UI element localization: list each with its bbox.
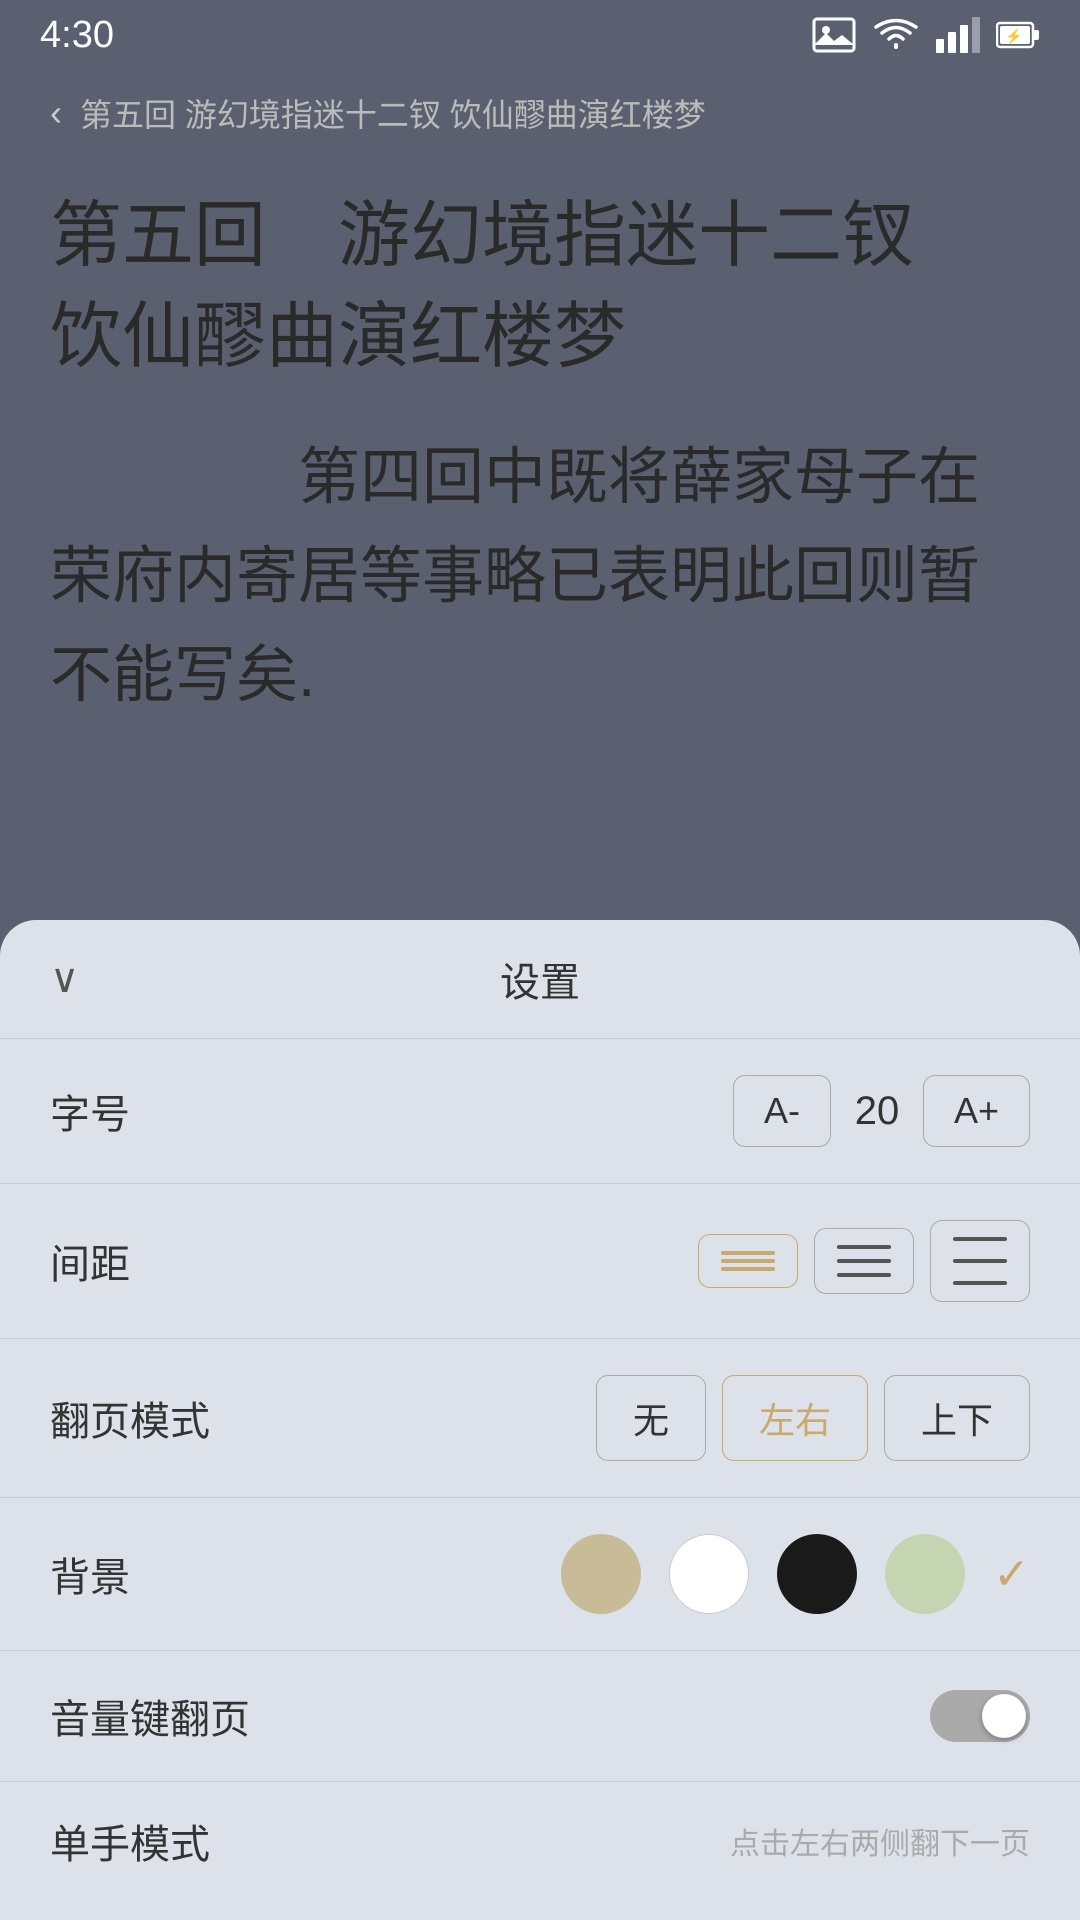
spacing-medium-button[interactable]: [814, 1228, 914, 1294]
top-nav: ‹ 第五回 游幻境指迷十二钗 饮仙醪曲演红楼梦: [50, 90, 1030, 136]
font-increase-button[interactable]: A+: [923, 1075, 1030, 1147]
svg-text:⚡: ⚡: [1005, 28, 1022, 45]
mode-none-button[interactable]: 无: [596, 1375, 706, 1461]
single-hand-label: 单手模式: [50, 1812, 210, 1870]
mode-lr-button[interactable]: 左右: [722, 1375, 868, 1461]
bg-white-button[interactable]: [669, 1534, 749, 1614]
signal-icon: [936, 17, 980, 53]
page-mode-label: 翻页模式: [50, 1389, 210, 1447]
volume-key-row: 音量键翻页: [0, 1651, 1080, 1782]
background-label: 背景: [50, 1545, 130, 1603]
chapter-content: 第四回中既将薛家母子在荣府内寄居等事略已表明此回则暂不能写矣.: [50, 428, 1030, 726]
font-size-value: 20: [847, 1089, 907, 1134]
background-active-check: ✓: [993, 1549, 1030, 1600]
spacing-wide-button[interactable]: [930, 1220, 1030, 1302]
mode-ud-button[interactable]: 上下: [884, 1375, 1030, 1461]
single-hand-row: 单手模式 点击左右两侧翻下一页: [0, 1782, 1080, 1880]
wifi-icon: [872, 17, 920, 53]
spacing-controls: [698, 1220, 1030, 1302]
chapter-nav-title: 第五回 游幻境指迷十二钗 饮仙醪曲演红楼梦: [80, 90, 706, 136]
background-row: 背景 ✓: [0, 1498, 1080, 1651]
single-hand-hint: 点击左右两侧翻下一页: [730, 1819, 1030, 1863]
battery-icon: ⚡: [996, 17, 1040, 53]
volume-key-label: 音量键翻页: [50, 1687, 250, 1745]
volume-key-toggle[interactable]: [930, 1690, 1030, 1742]
settings-header: ∨ 设置: [0, 920, 1080, 1039]
bg-black-button[interactable]: [777, 1534, 857, 1614]
spacing-label: 间距: [50, 1232, 130, 1290]
bg-beige-button[interactable]: [561, 1534, 641, 1614]
status-icons: ⚡: [812, 17, 1040, 53]
settings-panel: ∨ 设置 字号 A- 20 A+ 间距: [0, 920, 1080, 1920]
status-bar: 4:30 ⚡: [0, 0, 1080, 70]
chapter-title: 第五回 游幻境指迷十二钗 饮仙醪曲演红楼梦: [50, 186, 1030, 388]
collapse-button[interactable]: ∨: [50, 956, 79, 1002]
background-controls: ✓: [561, 1534, 1030, 1614]
font-decrease-button[interactable]: A-: [733, 1075, 831, 1147]
page-mode-row: 翻页模式 无 左右 上下: [0, 1339, 1080, 1498]
back-button[interactable]: ‹: [50, 92, 62, 134]
page-mode-controls: 无 左右 上下: [596, 1375, 1030, 1461]
toggle-knob: [982, 1694, 1026, 1738]
spacing-row: 间距: [0, 1184, 1080, 1339]
reading-area: ‹ 第五回 游幻境指迷十二钗 饮仙醪曲演红楼梦 第五回 游幻境指迷十二钗 饮仙醪…: [0, 70, 1080, 785]
font-size-row: 字号 A- 20 A+: [0, 1039, 1080, 1184]
bg-green-button[interactable]: [885, 1534, 965, 1614]
status-time: 4:30: [40, 14, 114, 57]
settings-title: 设置: [500, 950, 580, 1008]
font-size-label: 字号: [50, 1082, 130, 1140]
font-size-controls: A- 20 A+: [733, 1075, 1030, 1147]
spacing-tight-button[interactable]: [698, 1234, 798, 1288]
image-icon: [812, 17, 856, 53]
